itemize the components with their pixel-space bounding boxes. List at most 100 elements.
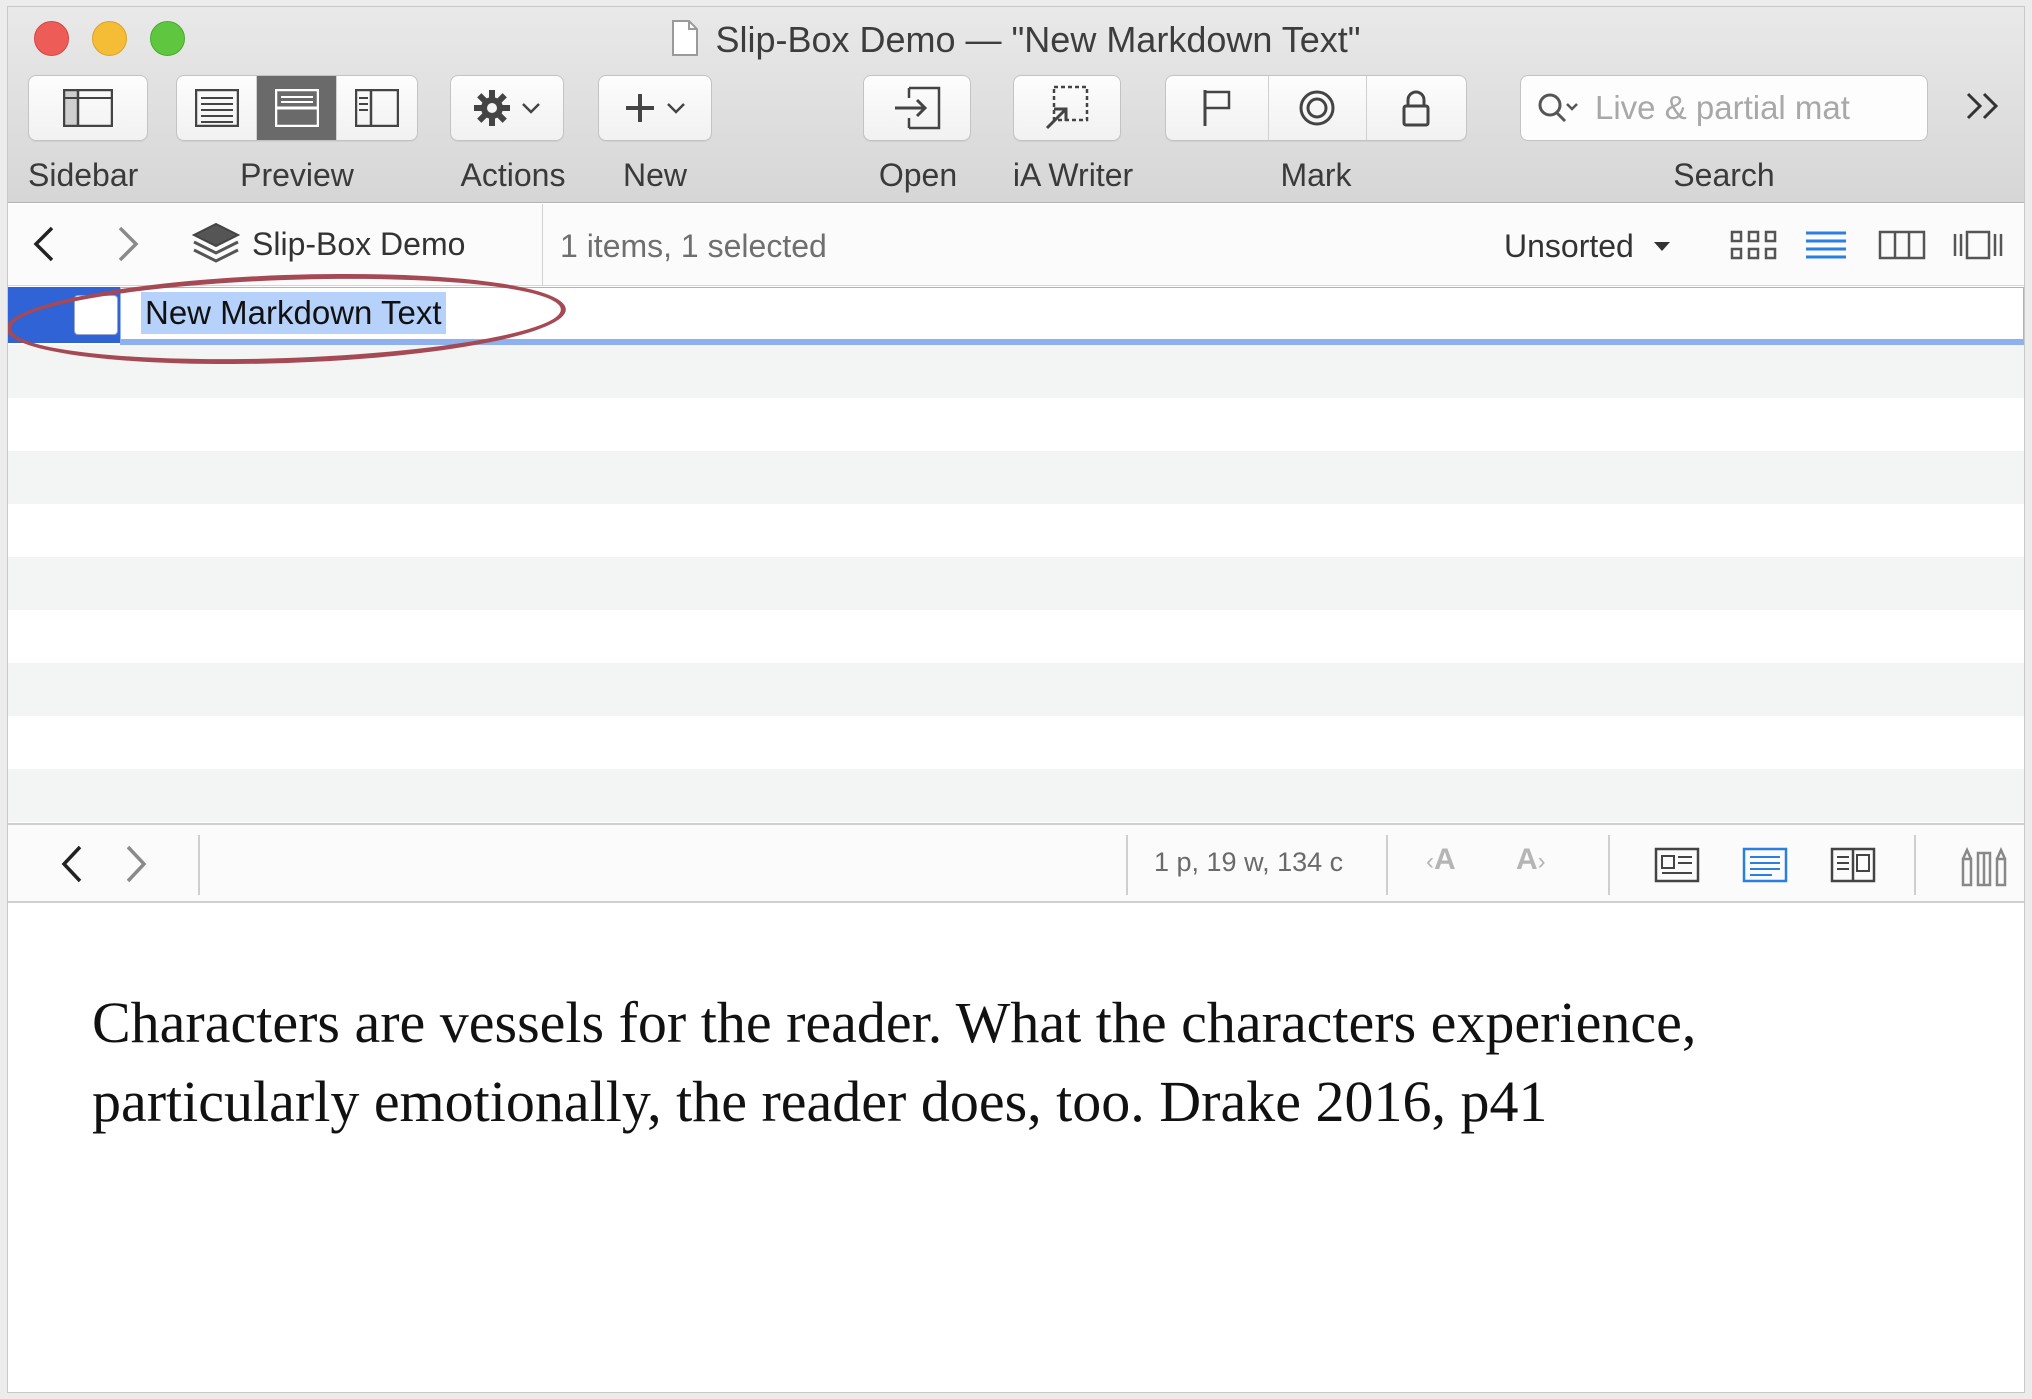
document-list: New Markdown Text [8,265,2024,823]
breadcrumb[interactable]: Slip-Box Demo [192,222,465,266]
preview-layout-text-button[interactable] [1742,847,1788,888]
search-placeholder: Live & partial mat [1595,89,1850,126]
breadcrumb-library-name: Slip-Box Demo [252,225,466,262]
chevron-down-icon [522,103,540,114]
text-tools-icon [1961,846,2007,887]
window-title: Slip-Box Demo — "New Markdown Text" [8,19,2024,65]
chevron-right-icon [126,845,147,883]
flag-icon [1203,90,1231,126]
cover-flow-icon [1953,230,2003,260]
status-divider [1914,835,1916,895]
open-external-icon [895,86,941,130]
preview-back-button[interactable] [58,843,88,890]
font-smaller-glyph: A [1434,843,1456,876]
search-label: Search [1673,157,1775,193]
preview-mode-control[interactable] [176,75,418,141]
sort-label: Unsorted [1504,228,1634,264]
unread-icon [1299,90,1335,126]
list-view-icon [1806,231,1846,259]
font-smaller-button[interactable]: ‹A [1426,843,1456,877]
preview-layout-two-page-button[interactable] [1830,847,1876,888]
toolbar-overflow-button[interactable] [1964,91,2002,130]
chevron-right-small-icon: › [1537,848,1546,875]
preview-status-bar: 1 p, 19 w, 134 c ‹A A› [8,823,2024,903]
back-button[interactable] [30,224,60,269]
status-divider [1126,835,1128,895]
sort-popup[interactable]: Unsorted [1504,228,1670,265]
list-empty-row [8,451,2024,504]
unread-button[interactable] [1269,76,1367,140]
split-vertical-icon [355,89,399,127]
gear-icon [474,90,510,126]
open-button[interactable] [863,75,971,141]
search-icon [1538,93,1578,123]
preview-pane[interactable]: Characters are vessels for the reader. W… [8,905,2024,1392]
status-divider [1386,835,1388,895]
actions-button[interactable] [450,75,564,141]
chevron-left-icon [33,226,54,262]
row-checkbox[interactable] [74,295,118,335]
path-bar: Slip-Box Demo 1 items, 1 selected Unsort… [8,204,2024,286]
text-formatting-button[interactable] [1960,846,2008,892]
preview-text: Characters are vessels for the reader. W… [92,990,1697,1134]
two-page-layout-icon [1830,847,1876,883]
flag-button[interactable] [1166,76,1270,140]
chevron-right-icon [118,226,139,262]
cover-flow-button[interactable] [1952,230,2004,265]
new-button[interactable] [598,75,712,141]
lock-button[interactable] [1367,76,1466,140]
font-larger-button[interactable]: A› [1516,843,1546,877]
list-empty-row [8,557,2024,610]
columns-view-button[interactable] [1878,230,1926,265]
actions-label: Actions [460,157,566,193]
document-icon [671,19,699,65]
app-window: Slip-Box Demo — "New Markdown Text" Side… [7,6,2025,1393]
word-count-stats: 1 p, 19 w, 134 c [1154,847,1344,877]
open-label: Open [878,157,958,193]
sort-caret-icon [1653,242,1670,251]
ia-writer-icon [1045,85,1089,130]
search-input[interactable]: Live & partial mat [1520,75,1928,141]
mark-control[interactable] [1165,75,1467,141]
grid-icon [1730,230,1777,260]
double-chevron-right-icon [1966,92,1999,120]
pathbar-divider [542,204,543,286]
ia-writer-button[interactable] [1013,75,1121,141]
toolbar-area: Slip-Box Demo — "New Markdown Text" Side… [8,7,2024,203]
preview-mode-list-only[interactable] [177,76,257,140]
table-row[interactable]: New Markdown Text [8,265,2024,373]
preview-mode-split-horizontal[interactable] [257,76,337,140]
lock-icon [1402,90,1430,127]
forward-button[interactable] [112,224,142,269]
sidebar-label: Sidebar [28,157,139,193]
text-layout-icon [1742,847,1788,883]
split-horizontal-icon [274,89,319,127]
plus-icon [626,94,654,122]
preview-forward-button[interactable] [120,843,150,890]
sidebar-icon [63,89,113,127]
list-only-icon [194,89,239,127]
preview-label: Preview [240,157,354,193]
columns-icon [1878,230,1926,260]
status-divider [198,835,200,895]
font-larger-glyph: A [1516,843,1538,876]
preview-layout-card-button[interactable] [1654,847,1700,888]
chevron-left-small-icon: ‹ [1426,848,1434,875]
window-title-text: Slip-Box Demo — "New Markdown Text" [715,19,1361,60]
library-stack-icon [192,222,240,263]
document-name: New Markdown Text [141,292,446,334]
chevron-left-icon [61,845,82,883]
sidebar-button[interactable] [28,75,148,141]
card-layout-icon [1654,847,1700,883]
chevron-down-icon [667,103,685,114]
preview-mode-split-vertical[interactable] [337,76,417,140]
status-divider [1608,835,1610,895]
rename-field[interactable]: New Markdown Text [120,287,2024,345]
items-count: 1 items, 1 selected [560,228,827,264]
list-empty-row [8,663,2024,716]
icon-view-button[interactable] [1730,230,1778,265]
new-label: New [622,157,687,193]
mark-label: Mark [1280,157,1352,193]
list-view-button[interactable] [1804,230,1848,265]
list-empty-row [8,345,2024,398]
